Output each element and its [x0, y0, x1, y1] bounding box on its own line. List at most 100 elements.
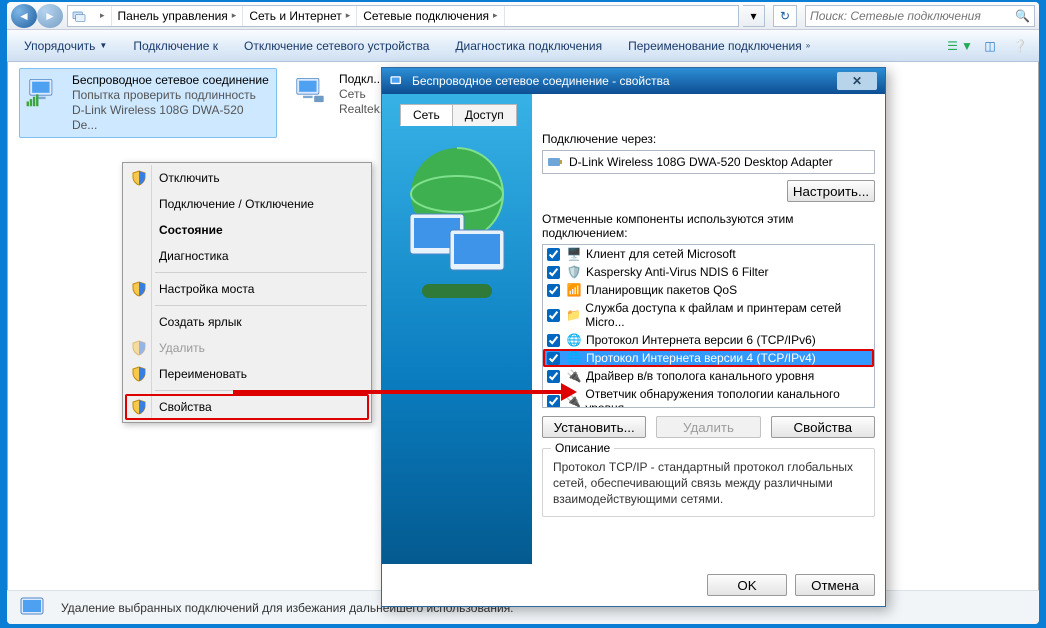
shield-icon [131, 399, 147, 415]
component-item[interactable]: 🛡️ Kaspersky Anti-Virus NDIS 6 Filter [543, 263, 874, 281]
dialog-main: Сеть Доступ Подключение через: D-Link Wi… [532, 94, 885, 564]
shield-icon [131, 340, 147, 356]
component-label: Kaspersky Anti-Virus NDIS 6 Filter [586, 265, 769, 279]
connection-device: D-Link Wireless 108G DWA-520 De... [72, 103, 272, 133]
tab-network[interactable]: Сеть [400, 104, 453, 126]
dialog-titlebar[interactable]: Беспроводное сетевое соединение - свойст… [382, 68, 885, 94]
toolbar: Упорядочить▼ Подключение к Отключение се… [7, 30, 1039, 62]
ok-button[interactable]: OK [707, 574, 787, 596]
components-list[interactable]: 🖥️ Клиент для сетей Microsoft 🛡️ Kaspersky… [542, 244, 875, 408]
search-input[interactable] [810, 9, 1015, 23]
ctx-shortcut[interactable]: Создать ярлык [125, 309, 369, 335]
description-text: Протокол TCP/IP - стандартный протокол г… [553, 459, 864, 508]
address-history-button[interactable]: ▾ [743, 5, 765, 27]
disable-device-button[interactable]: Отключение сетевого устройства [233, 34, 440, 58]
connection-status: Попытка проверить подлинность [72, 88, 272, 103]
wireless-icon [24, 73, 64, 111]
ctx-bridge[interactable]: Настройка моста [125, 276, 369, 302]
location-icon [68, 6, 90, 26]
breadcrumb-item[interactable]: Сеть и Интернет▸ [243, 6, 357, 26]
component-item[interactable]: 📁 Служба доступа к файлам и принтерам сет… [543, 299, 874, 331]
search-icon: 🔍 [1015, 9, 1030, 23]
ctx-state[interactable]: Состояние [125, 217, 369, 243]
tab-access[interactable]: Доступ [452, 104, 517, 126]
component-checkbox[interactable] [547, 309, 560, 322]
protocol-icon: 🌐 [566, 351, 582, 365]
service-icon: 🛡️ [566, 265, 582, 279]
nav-forward-button[interactable]: ► [37, 4, 63, 28]
explorer-window: ◄ ► ▸ Панель управления▸ Сеть и Интернет… [7, 2, 1039, 624]
component-item[interactable]: 🖥️ Клиент для сетей Microsoft [543, 245, 874, 263]
component-item[interactable]: 🌐 Протокол Интернета версии 6 (TCP/IPv6) [543, 331, 874, 349]
ctx-properties[interactable]: Свойства [125, 394, 369, 420]
connect-to-button[interactable]: Подключение к [122, 34, 229, 58]
breadcrumb[interactable]: ▸ Панель управления▸ Сеть и Интернет▸ Се… [67, 5, 739, 27]
help-button[interactable]: ❔ [1007, 35, 1033, 57]
driver-icon: 🔌 [566, 369, 582, 383]
ctx-delete: Удалить [125, 335, 369, 361]
shield-icon [131, 281, 147, 297]
adapter-icon [547, 154, 563, 170]
component-properties-button[interactable]: Свойства [771, 416, 875, 438]
breadcrumb-root-chevron[interactable]: ▸ [90, 6, 112, 26]
shield-icon [131, 366, 147, 382]
component-item[interactable]: 🔌 Драйвер в/в тополога канального уровня [543, 367, 874, 385]
status-thumbnail-icon [19, 596, 51, 620]
dialog-title: Беспроводное сетевое соединение - свойст… [412, 74, 829, 88]
adapter-field: D-Link Wireless 108G DWA-520 Desktop Ada… [542, 150, 875, 174]
annotation-arrow [233, 390, 563, 394]
protocol-icon: 🌐 [566, 333, 582, 347]
organize-button[interactable]: Упорядочить▼ [13, 34, 118, 58]
component-checkbox[interactable] [547, 352, 560, 365]
nav-back-button[interactable]: ◄ [11, 4, 37, 28]
component-checkbox[interactable] [547, 334, 560, 347]
ctx-disable[interactable]: Отключить [125, 165, 369, 191]
shield-icon [131, 170, 147, 186]
lan-icon [291, 72, 331, 110]
view-options-button[interactable]: ☰▼ [947, 35, 973, 57]
component-label: Протокол Интернета версии 4 (TCP/IPv4) [586, 351, 816, 365]
component-label: Служба доступа к файлам и принтерам сете… [585, 301, 870, 329]
close-button[interactable]: ✕ [837, 72, 877, 90]
service-icon: 📁 [566, 308, 581, 322]
connection-name: Беспроводное сетевое соединение [72, 73, 272, 88]
refresh-button[interactable]: ↻ [773, 5, 797, 27]
component-checkbox[interactable] [547, 370, 560, 383]
rename-button[interactable]: Переименование подключения» [617, 34, 821, 58]
search-box[interactable]: 🔍 [805, 5, 1035, 27]
component-checkbox[interactable] [547, 395, 560, 408]
breadcrumb-item[interactable]: Сетевые подключения▸ [357, 6, 504, 26]
client-icon: 🖥️ [566, 247, 582, 261]
diagnose-button[interactable]: Диагностика подключения [444, 34, 613, 58]
ctx-connect-disconnect[interactable]: Подключение / Отключение [125, 191, 369, 217]
address-bar: ◄ ► ▸ Панель управления▸ Сеть и Интернет… [7, 2, 1039, 30]
service-icon: 📶 [566, 283, 582, 297]
component-label: Клиент для сетей Microsoft [586, 247, 736, 261]
description-title: Описание [551, 441, 614, 455]
component-checkbox[interactable] [547, 266, 560, 279]
component-checkbox[interactable] [547, 284, 560, 297]
component-label: Ответчик обнаружения топологии канальног… [585, 387, 870, 408]
component-label: Протокол Интернета версии 6 (TCP/IPv6) [586, 333, 816, 347]
connection-wireless[interactable]: Беспроводное сетевое соединение Попытка … [19, 68, 277, 138]
adapter-name: D-Link Wireless 108G DWA-520 Desktop Ada… [569, 155, 833, 169]
component-item[interactable]: 🔌Ответчик обнаружения топологии канально… [543, 385, 874, 408]
properties-dialog: Беспроводное сетевое соединение - свойст… [381, 67, 886, 607]
connect-via-label: Подключение через: [542, 132, 875, 146]
cancel-button[interactable]: Отмена [795, 574, 875, 596]
component-label: Драйвер в/в тополога канального уровня [586, 369, 814, 383]
dialog-sidebar [382, 94, 532, 564]
component-item[interactable]: 📶Планировщик пакетов QoS [543, 281, 874, 299]
ctx-rename[interactable]: Переименовать [125, 361, 369, 387]
component-item-ipv4[interactable]: 🌐 Протокол Интернета версии 4 (TCP/IPv4) [543, 349, 874, 367]
preview-pane-button[interactable]: ◫ [977, 35, 1003, 57]
install-button[interactable]: Установить... [542, 416, 646, 438]
ctx-diagnostics[interactable]: Диагностика [125, 243, 369, 269]
remove-button: Удалить [656, 416, 760, 438]
configure-button[interactable]: Настроить... [787, 180, 875, 202]
component-checkbox[interactable] [547, 248, 560, 261]
components-label: Отмеченные компоненты используются этим … [542, 212, 875, 240]
description-group: Описание Протокол TCP/IP - стандартный п… [542, 448, 875, 517]
breadcrumb-item[interactable]: Панель управления▸ [112, 6, 244, 26]
globe-computers-icon [392, 134, 522, 314]
